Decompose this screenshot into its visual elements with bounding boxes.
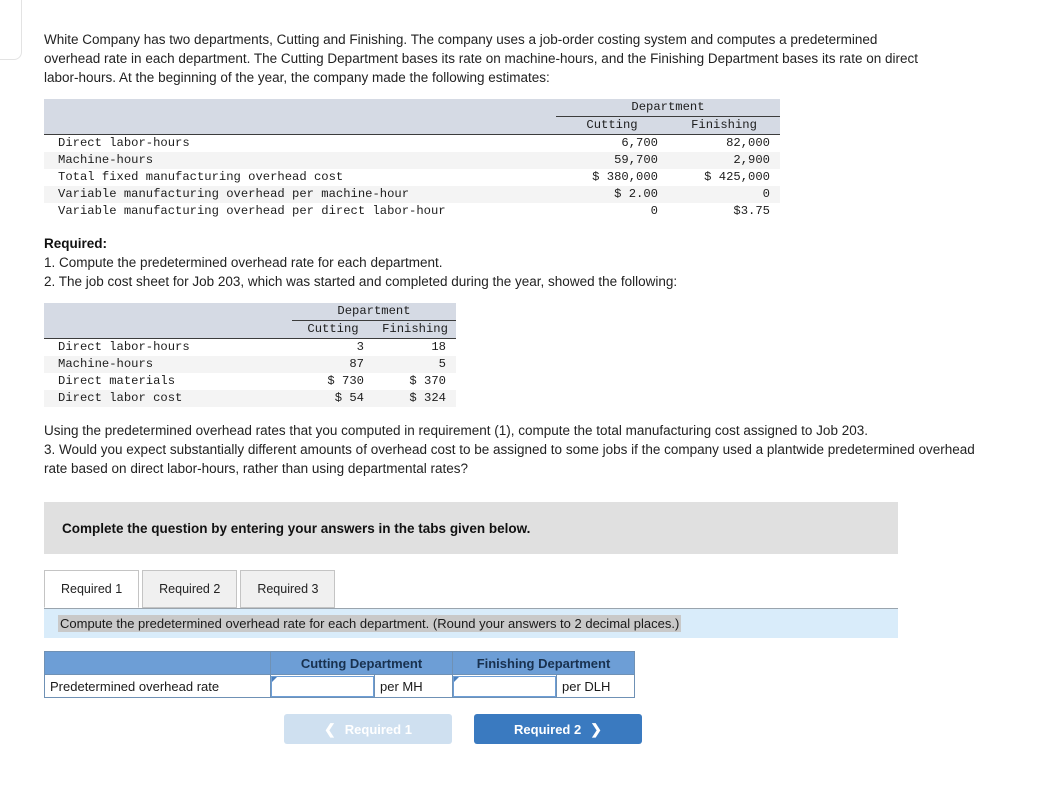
cell-cutting: $ 2.00 [556, 186, 668, 203]
table-group-header-row: Department [44, 99, 780, 117]
after-table-paragraph-2: 3. Would you expect substantially differ… [44, 442, 975, 476]
tab-required-1[interactable]: Required 1 [44, 570, 140, 608]
cutting-rate-unit: per MH [374, 674, 453, 698]
cell-cutting: $ 54 [292, 390, 374, 407]
answer-header-finishing: Finishing Department [452, 651, 635, 675]
job-cost-sheet-table: Department Cutting Finishing Direct labo… [44, 303, 456, 407]
answer-header-row: Cutting Department Finishing Department [44, 651, 635, 675]
cell-cutting: 59,700 [556, 152, 668, 169]
cell-finishing: $ 370 [374, 373, 456, 390]
table-row: Direct labor cost $ 54 $ 324 [44, 390, 456, 407]
cell-cutting: $ 730 [292, 373, 374, 390]
required-heading: Required: [44, 236, 108, 251]
column-header-finishing: Finishing [374, 320, 456, 339]
table-group-header-row: Department [44, 303, 456, 321]
row-label: Variable manufacturing overhead per mach… [44, 186, 556, 203]
column-header-cutting: Cutting [556, 116, 668, 135]
table-row: Variable manufacturing overhead per dire… [44, 203, 780, 220]
answer-header-blank [44, 651, 271, 675]
row-label: Total fixed manufacturing overhead cost [44, 169, 556, 186]
question-page: White Company has two departments, Cutti… [0, 0, 1037, 800]
cell-finishing: 82,000 [668, 134, 780, 152]
finishing-rate-unit: per DLH [556, 674, 635, 698]
group-header-department: Department [556, 99, 780, 117]
cell-finishing: $ 425,000 [668, 169, 780, 186]
tab-bar: Required 1 Required 2 Required 3 [44, 568, 1004, 608]
cell-finishing: $ 324 [374, 390, 456, 407]
spacer-cell [44, 320, 292, 339]
cell-finishing: $3.75 [668, 203, 780, 220]
next-required-label: Required 2 [514, 721, 582, 737]
table-row: Direct labor-hours 3 18 [44, 338, 456, 356]
table-column-header-row: Cutting Finishing [44, 116, 780, 135]
cell-cutting: 6,700 [556, 134, 668, 152]
column-header-cutting: Cutting [292, 320, 374, 339]
table-row: Variable manufacturing overhead per mach… [44, 186, 780, 203]
prev-required-label: Required 1 [344, 721, 412, 737]
finishing-rate-input[interactable] [453, 675, 556, 697]
required-item-1: 1. Compute the predetermined overhead ra… [44, 255, 443, 270]
row-label: Machine-hours [44, 152, 556, 169]
chevron-right-icon: ❯ [590, 721, 602, 737]
row-label: Machine-hours [44, 356, 292, 373]
table-row: Machine-hours 87 5 [44, 356, 456, 373]
panel-edge-decoration [0, 0, 22, 60]
finishing-rate-input-cell[interactable] [452, 674, 557, 698]
spacer-cell [44, 116, 556, 135]
answer-entry-table: Cutting Department Finishing Department … [44, 651, 635, 698]
table-column-header-row: Cutting Finishing [44, 320, 456, 339]
row-label: Direct materials [44, 373, 292, 390]
cell-cutting: 87 [292, 356, 374, 373]
table-row: Direct labor-hours 6,700 82,000 [44, 134, 780, 152]
column-header-finishing: Finishing [668, 116, 780, 135]
row-label: Direct labor-hours [44, 338, 292, 356]
spacer-cell [44, 99, 556, 117]
row-label: Direct labor-hours [44, 134, 556, 152]
required-block: Required: 1. Compute the predetermined o… [44, 234, 929, 291]
cell-cutting: $ 380,000 [556, 169, 668, 186]
cell-finishing: 0 [668, 186, 780, 203]
cutting-rate-input[interactable] [271, 675, 374, 697]
cell-cutting: 3 [292, 338, 374, 356]
table-row: Direct materials $ 730 $ 370 [44, 373, 456, 390]
estimates-table: Department Cutting Finishing Direct labo… [44, 99, 780, 220]
required-item-2: 2. The job cost sheet for Job 203, which… [44, 274, 678, 289]
next-required-button[interactable]: Required 2 ❯ [474, 714, 642, 744]
intro-paragraph: White Company has two departments, Cutti… [44, 32, 918, 85]
prev-required-button[interactable]: ❮ Required 1 [284, 714, 452, 744]
row-label: Direct labor cost [44, 390, 292, 407]
cell-finishing: 2,900 [668, 152, 780, 169]
tab-required-3[interactable]: Required 3 [240, 570, 336, 608]
cutting-rate-input-cell[interactable] [270, 674, 375, 698]
cell-cutting: 0 [556, 203, 668, 220]
instruction-banner: Complete the question by entering your a… [44, 502, 898, 554]
navigation-bar: ❮ Required 1 Required 2 ❯ [284, 714, 1004, 744]
tab-required-2[interactable]: Required 2 [142, 570, 238, 608]
table-row: Machine-hours 59,700 2,900 [44, 152, 780, 169]
content-area: White Company has two departments, Cutti… [44, 30, 1004, 744]
cell-finishing: 18 [374, 338, 456, 356]
answer-data-row: Predetermined overhead rate per MH per D… [44, 674, 635, 698]
after-table-paragraph-1: Using the predetermined overhead rates t… [44, 423, 868, 438]
instruction-banner-text: Complete the question by entering your a… [62, 520, 531, 536]
requirement-instruction-bar: Compute the predetermined overhead rate … [44, 608, 898, 638]
table-row: Total fixed manufacturing overhead cost … [44, 169, 780, 186]
chevron-left-icon: ❮ [324, 721, 336, 737]
cell-finishing: 5 [374, 356, 456, 373]
spacer-cell [44, 303, 292, 321]
requirement-instruction-text: Compute the predetermined overhead rate … [58, 615, 682, 632]
row-label: Variable manufacturing overhead per dire… [44, 203, 556, 220]
answer-header-cutting: Cutting Department [270, 651, 453, 675]
answer-row-label: Predetermined overhead rate [44, 674, 271, 698]
group-header-department: Department [292, 303, 456, 321]
